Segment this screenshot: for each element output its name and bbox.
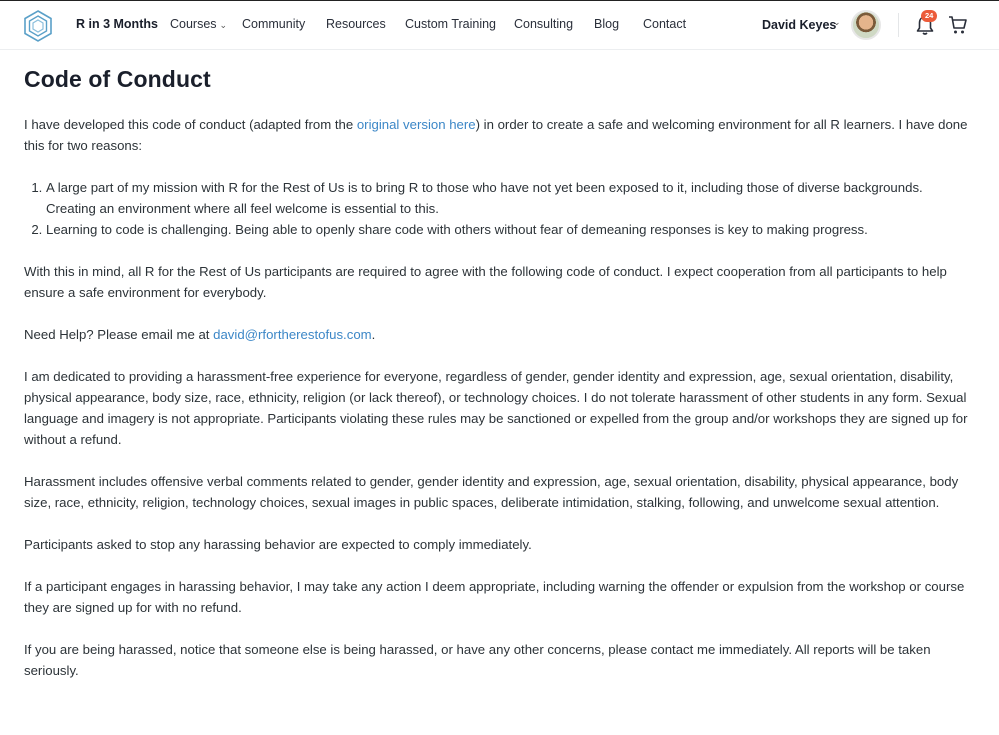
nav-consulting[interactable]: Consulting <box>514 17 573 31</box>
email-link[interactable]: david@rfortherestofus.com <box>213 327 372 342</box>
chevron-down-icon[interactable]: ⌄ <box>833 17 841 28</box>
help-text: Need Help? Please email me at <box>24 327 214 342</box>
list-item: Learning to code is challenging. Being a… <box>46 219 969 240</box>
main-content: Code of Conduct I have developed this co… <box>24 66 969 702</box>
site-title-link[interactable]: R in 3 Months <box>76 17 158 31</box>
chevron-down-icon: ⌄ <box>219 20 228 30</box>
list-item: A large part of my mission with R for th… <box>46 177 969 219</box>
hexagon-logo-icon[interactable] <box>24 10 52 42</box>
nav-courses-label: Courses <box>170 17 217 31</box>
cart-icon[interactable] <box>948 15 968 35</box>
harassment-definition-paragraph: Harassment includes offensive verbal com… <box>24 474 959 510</box>
original-version-link[interactable]: original version here <box>357 117 476 132</box>
help-paragraph: Need Help? Please email me at david@rfor… <box>24 324 969 345</box>
nav-community[interactable]: Community <box>242 17 305 31</box>
notification-count-badge: 24 <box>921 10 938 22</box>
intro-text-start: I have developed this code of conduct (a… <box>24 117 357 132</box>
intro-paragraph: I have developed this code of conduct (a… <box>24 114 969 156</box>
dedication-paragraph: I am dedicated to providing a harassment… <box>24 369 968 447</box>
user-menu-name[interactable]: David Keyes <box>762 18 836 32</box>
nav-blog[interactable]: Blog <box>594 17 619 31</box>
nav-resources[interactable]: Resources <box>326 17 386 31</box>
nav-courses[interactable]: Courses ⌄ <box>170 17 227 31</box>
help-text-end: . <box>371 327 376 342</box>
action-paragraph: If a participant engages in harassing be… <box>24 579 965 615</box>
top-navigation-bar: R in 3 Months Courses ⌄ Community Resourc… <box>0 0 999 50</box>
stop-behavior-paragraph: Participants asked to stop any harassing… <box>24 537 532 552</box>
nav-custom-training[interactable]: Custom Training <box>405 17 496 31</box>
reasons-list: A large part of my mission with R for th… <box>46 177 969 240</box>
nav-contact[interactable]: Contact <box>643 17 686 31</box>
page-title: Code of Conduct <box>24 66 211 92</box>
avatar[interactable] <box>851 10 881 40</box>
header-divider <box>898 13 899 37</box>
report-paragraph: If you are being harassed, notice that s… <box>24 642 931 678</box>
agreement-paragraph: With this in mind, all R for the Rest of… <box>24 264 947 300</box>
